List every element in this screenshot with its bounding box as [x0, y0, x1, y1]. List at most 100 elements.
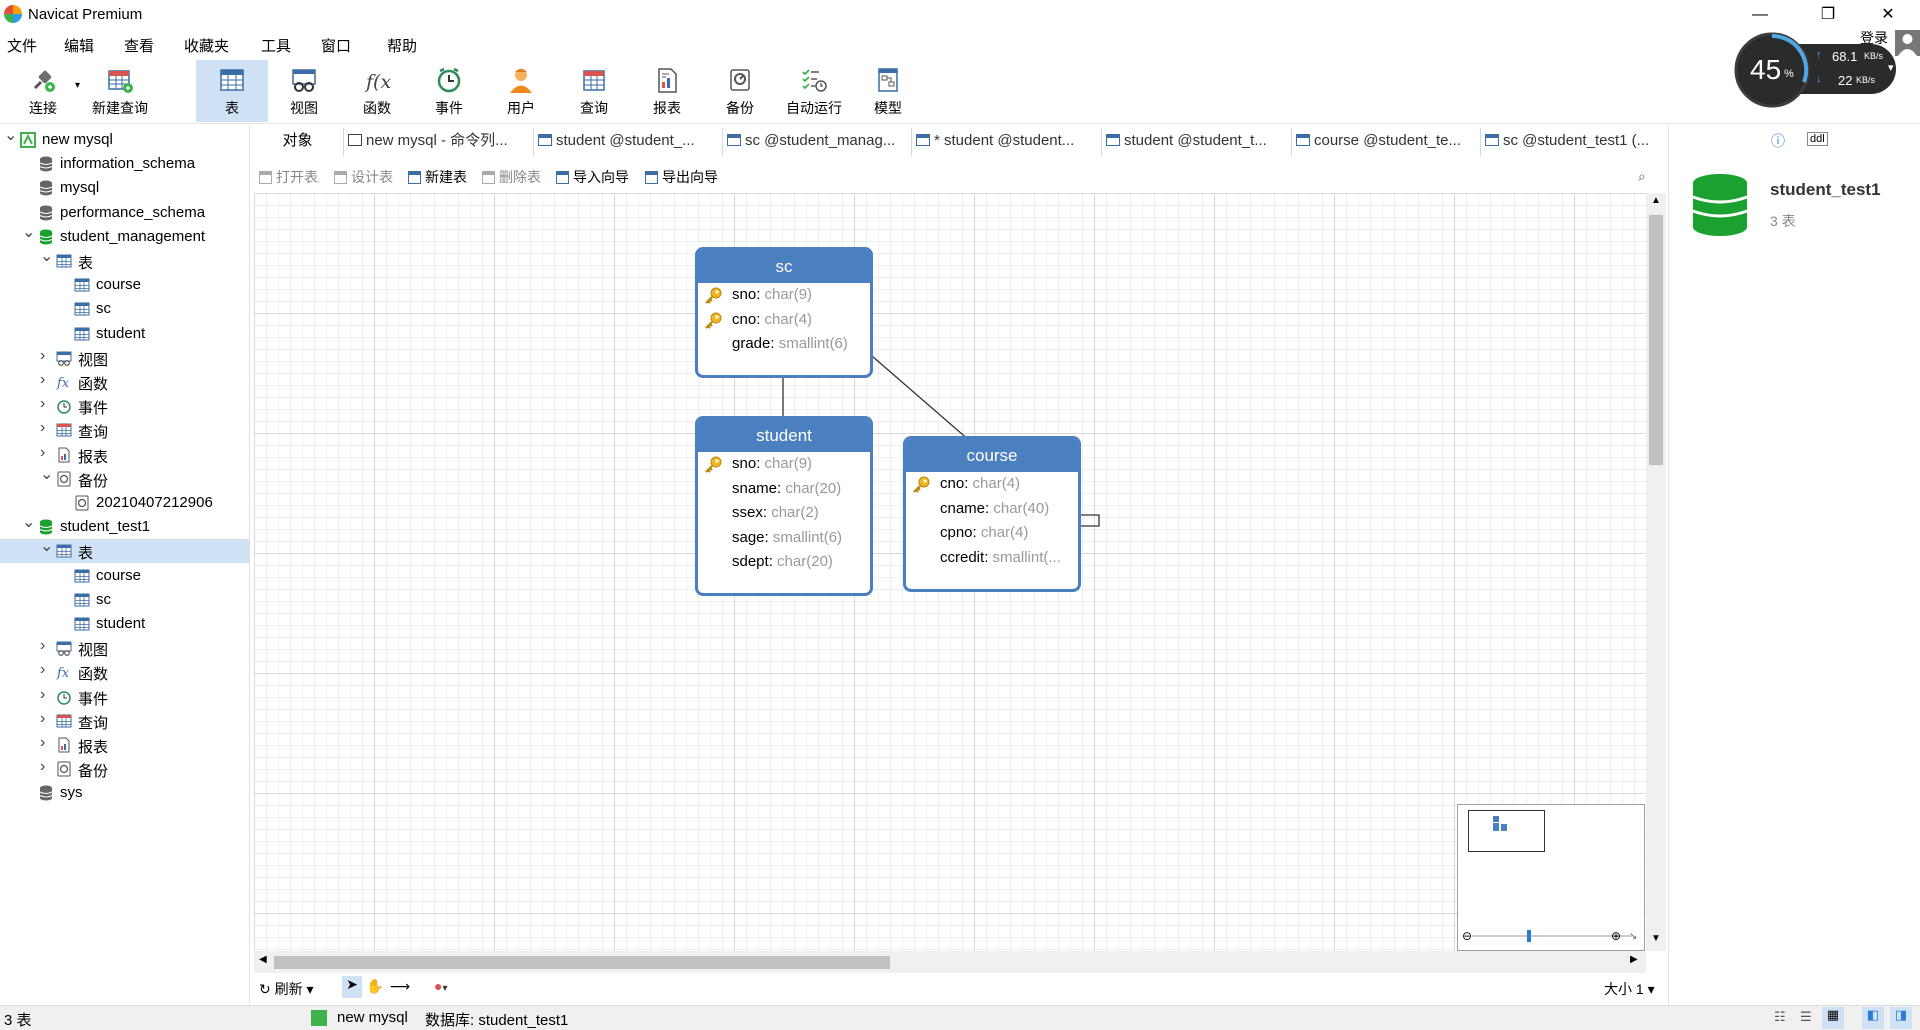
tree-item[interactable]: mysql	[0, 176, 249, 200]
maximize-button[interactable]: ❐	[1808, 4, 1848, 26]
collapse-chevron-icon[interactable]: ›	[40, 419, 45, 437]
connect-button[interactable]: 连接	[7, 60, 79, 122]
entity-field[interactable]: cpno: char(4)	[906, 521, 1078, 546]
tree-item[interactable]: › 事件	[0, 394, 249, 418]
tree-item[interactable]: › 报表	[0, 443, 249, 467]
menu-tools[interactable]: 工具	[261, 35, 291, 56]
horizontal-scrollbar[interactable]: ◀ ▶	[254, 951, 1646, 973]
connection-tree[interactable]: ⌄ new mysql information_schema mysql perform…	[0, 125, 250, 1005]
menu-window[interactable]: 窗口	[321, 35, 351, 56]
tree-item[interactable]: sc	[0, 588, 249, 612]
toolbar-query-button[interactable]: 查询	[558, 60, 630, 122]
export-wizard-button[interactable]: 导出向导	[645, 167, 718, 187]
entity-student[interactable]: student sno: char(9) sname: char(20) ssex:…	[695, 416, 873, 596]
tree-item[interactable]: sys	[0, 781, 249, 805]
tree-item[interactable]: student	[0, 322, 249, 346]
minimize-button[interactable]: —	[1740, 4, 1780, 26]
er-diagram-canvas[interactable]: sc sno: char(9) cno: char(4) grade: smalli…	[254, 193, 1646, 951]
expand-chevron-icon[interactable]: ⌄	[4, 125, 17, 145]
close-button[interactable]: ✕	[1868, 4, 1908, 26]
list-view-icon[interactable]: ☷	[1774, 1009, 1786, 1025]
tree-item[interactable]: information_schema	[0, 152, 249, 176]
collapse-chevron-icon[interactable]: ›	[40, 347, 45, 365]
login-link[interactable]: 登录	[1860, 28, 1888, 48]
expand-chevron-icon[interactable]: ⌄	[40, 246, 53, 266]
collapse-chevron-icon[interactable]: ›	[40, 444, 45, 462]
collapse-chevron-icon[interactable]: ›	[40, 686, 45, 704]
entity-sc[interactable]: sc sno: char(9) cno: char(4) grade: smalli…	[695, 247, 873, 378]
tree-item[interactable]: › 查询	[0, 709, 249, 733]
tab-sc-management[interactable]: sc @student_manag...	[723, 128, 912, 156]
tree-item[interactable]: student	[0, 612, 249, 636]
tree-item[interactable]: course	[0, 273, 249, 297]
tree-item[interactable]: ⌄ student_test1	[0, 512, 249, 539]
hand-tool-icon[interactable]: ✋	[366, 978, 383, 995]
tree-item[interactable]: ⌄ student_management	[0, 222, 249, 249]
pointer-tool-icon[interactable]: ➤	[342, 976, 362, 998]
search-icon[interactable]: ⌕	[1638, 168, 1646, 185]
collapse-chevron-icon[interactable]: ›	[40, 371, 45, 389]
menu-edit[interactable]: 编辑	[64, 35, 94, 56]
toggle-left-pane-icon[interactable]: ◧	[1862, 1007, 1884, 1029]
tree-item[interactable]: ⌄ 备份	[0, 464, 249, 491]
scroll-right-icon[interactable]: ▶	[1630, 954, 1638, 965]
tab-sc-test[interactable]: sc @student_test1 (...	[1481, 128, 1670, 156]
zoom-slider[interactable]	[1472, 930, 1632, 942]
entity-field[interactable]: ccredit: smallint(...	[906, 546, 1078, 571]
entity-field[interactable]: sage: smallint(6)	[698, 526, 870, 551]
tab-course-test[interactable]: course @student_te...	[1292, 128, 1481, 156]
zoom-out-icon[interactable]: ⊖	[1462, 929, 1472, 943]
expand-chevron-icon[interactable]: ⌄	[40, 464, 53, 484]
scroll-up-icon[interactable]: ▲	[1651, 195, 1661, 206]
toolbar-report-button[interactable]: 报表	[631, 60, 703, 122]
import-wizard-button[interactable]: 导入向导	[556, 167, 629, 187]
tree-item[interactable]: 20210407212906	[0, 491, 249, 515]
tree-item[interactable]: ⌄ 表	[0, 246, 249, 273]
tree-item[interactable]: course	[0, 564, 249, 588]
tab-command-line[interactable]: new mysql - 命令列...	[344, 128, 534, 156]
new-query-button[interactable]: 新建查询	[86, 60, 154, 122]
tree-item[interactable]: › 视图	[0, 346, 249, 370]
toolbar-view-button[interactable]: 视图	[268, 60, 340, 122]
collapse-chevron-icon[interactable]: ›	[40, 637, 45, 655]
info-icon[interactable]: ⓘ	[1771, 131, 1785, 151]
entity-course[interactable]: course cno: char(4) cname: char(40) cpno: …	[903, 436, 1081, 592]
tree-item[interactable]: ⌄ 表	[0, 536, 249, 564]
minimap-resize-icon[interactable]: ↘	[1629, 931, 1637, 942]
open-table-button[interactable]: 打开表	[259, 167, 318, 187]
menu-file[interactable]: 文件	[7, 35, 37, 56]
tree-item[interactable]: › fx 函数	[0, 370, 249, 394]
menu-help[interactable]: 帮助	[387, 35, 417, 56]
color-tool-icon[interactable]: ●▾	[434, 978, 448, 994]
minimap-viewport[interactable]	[1468, 810, 1545, 852]
scroll-left-icon[interactable]: ◀	[259, 954, 267, 965]
expand-chevron-icon[interactable]: ⌄	[40, 536, 53, 556]
tree-item[interactable]: ⌄ new mysql	[0, 125, 249, 152]
tree-item[interactable]: sc	[0, 297, 249, 321]
entity-field[interactable]: sno: char(9)	[698, 283, 870, 308]
connect-dropdown-icon[interactable]: ▾	[75, 80, 80, 91]
tree-item[interactable]: › 事件	[0, 685, 249, 709]
entity-field[interactable]: cno: char(4)	[906, 472, 1078, 497]
vertical-scroll-thumb[interactable]	[1649, 215, 1663, 465]
collapse-chevron-icon[interactable]: ›	[40, 395, 45, 413]
entity-field[interactable]: sno: char(9)	[698, 452, 870, 477]
size-selector[interactable]: 大小 1 ▾	[1604, 979, 1655, 999]
avatar[interactable]	[1895, 30, 1920, 56]
horizontal-scroll-thumb[interactable]	[274, 956, 890, 969]
vertical-scrollbar[interactable]: ▲ ▼	[1646, 193, 1666, 951]
detail-view-icon[interactable]: ☰	[1800, 1009, 1812, 1025]
entity-field[interactable]: sname: char(20)	[698, 477, 870, 502]
entity-field[interactable]: cname: char(40)	[906, 497, 1078, 522]
entity-field[interactable]: cno: char(4)	[698, 308, 870, 333]
diagram-minimap[interactable]: ⊖ ⊕ ↘	[1457, 804, 1645, 951]
toolbar-user-button[interactable]: 用户	[485, 60, 557, 122]
new-table-button[interactable]: 新建表	[408, 167, 467, 187]
toggle-right-pane-icon[interactable]: ◨	[1890, 1007, 1912, 1029]
entity-field[interactable]: sdept: char(20)	[698, 550, 870, 575]
expand-chevron-icon[interactable]: ⌄	[22, 512, 35, 532]
relation-tool-icon[interactable]: ⟶	[390, 978, 410, 995]
toolbar-event-button[interactable]: 事件	[413, 60, 485, 122]
refresh-button[interactable]: ↻ 刷新 ▾	[259, 979, 314, 999]
expand-chevron-icon[interactable]: ⌄	[22, 222, 35, 242]
